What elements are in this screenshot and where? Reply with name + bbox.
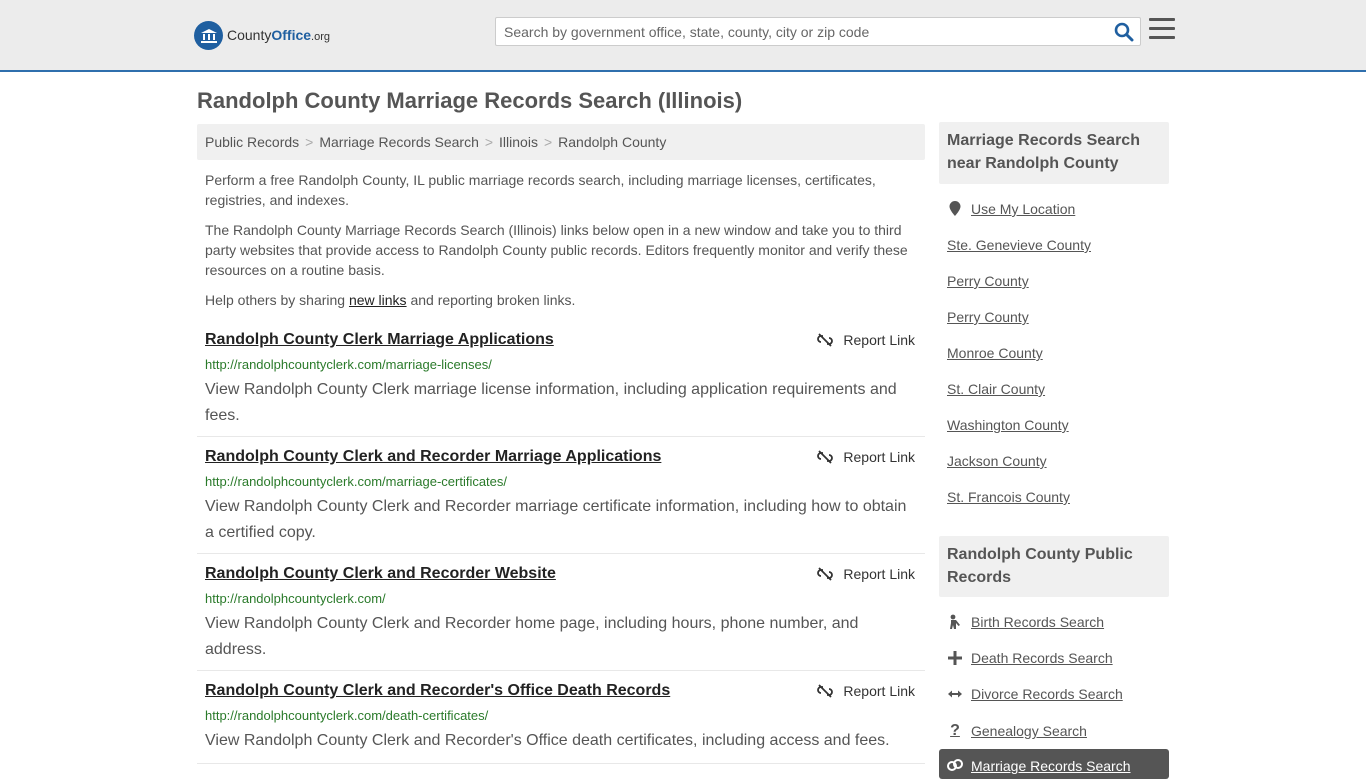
- listing-item: Randolph County Clerk and Recorder's Off…: [197, 682, 925, 764]
- logo-brand-b: Office: [271, 27, 312, 43]
- baby-icon: [947, 614, 963, 630]
- sidebar-nearby-county-link[interactable]: Monroe County: [947, 345, 1043, 361]
- sidebar-divorce-records-link[interactable]: Divorce Records Search: [947, 686, 1123, 702]
- report-link-label: Report Link: [843, 683, 915, 699]
- sidebar-heading-public-records: Randolph County Public Records: [939, 536, 1169, 597]
- sidebar-nearby-county-link[interactable]: St. Clair County: [947, 381, 1045, 397]
- listing-item: Randolph County Clerk and Recorder Marri…: [197, 448, 925, 554]
- sidebar-nearby-county-link[interactable]: St. Francois County: [947, 489, 1070, 505]
- report-link-button[interactable]: Report Link: [817, 683, 915, 699]
- breadcrumb-separator: >: [543, 134, 553, 150]
- rings-icon: [947, 758, 963, 774]
- listing-title-link[interactable]: Randolph County Clerk and Recorder's Off…: [205, 682, 670, 700]
- breadcrumb-randolph-county[interactable]: Randolph County: [558, 134, 666, 150]
- listing-title-link[interactable]: Randolph County Clerk and Recorder Marri…: [205, 448, 661, 466]
- sidebar-marriage-records-active[interactable]: Marriage Records Search: [939, 749, 1169, 779]
- listing-url: http://randolphcountyclerk.com/marriage-…: [205, 357, 492, 372]
- intro-text: and reporting broken links.: [406, 292, 576, 308]
- report-link-label: Report Link: [843, 332, 915, 348]
- use-my-location-label: Use My Location: [971, 201, 1076, 217]
- genealogy-label: Genealogy Search: [971, 723, 1087, 739]
- broken-link-icon: [817, 333, 834, 347]
- use-my-location-link[interactable]: Use My Location: [947, 201, 1075, 217]
- intro-text: Help others by sharing: [205, 292, 349, 308]
- search-bar: [495, 17, 1141, 46]
- map-pin-icon: [947, 201, 963, 217]
- search-button[interactable]: [1114, 22, 1134, 42]
- breadcrumb: Public Records > Marriage Records Search > I…: [197, 124, 925, 160]
- new-links-link[interactable]: new links: [349, 292, 407, 308]
- logo-seal-icon: [194, 20, 223, 50]
- hamburger-menu-icon[interactable]: [1149, 18, 1175, 42]
- broken-link-icon: [817, 684, 834, 698]
- intro-paragraph-3: Help others by sharing new links and rep…: [205, 290, 917, 310]
- report-link-button[interactable]: Report Link: [817, 566, 915, 582]
- listing-url: http://randolphcountyclerk.com/marriage-…: [205, 474, 508, 489]
- listing-item: Randolph County Clerk Marriage Applicati…: [197, 331, 925, 437]
- report-link-label: Report Link: [843, 566, 915, 582]
- birth-records-label: Birth Records Search: [971, 614, 1105, 630]
- breadcrumb-illinois[interactable]: Illinois: [499, 134, 538, 150]
- site-header: CountyOffice.org: [0, 0, 1366, 72]
- report-link-label: Report Link: [843, 449, 915, 465]
- question-mark-icon: ?: [950, 722, 960, 739]
- divorce-records-label: Divorce Records Search: [971, 686, 1123, 702]
- breadcrumb-public-records[interactable]: Public Records: [205, 134, 299, 150]
- logo-tld: .org: [311, 31, 331, 43]
- listing-description: View Randolph County Clerk and Recorder'…: [205, 732, 890, 749]
- intro-paragraph-1: Perform a free Randolph County, IL publi…: [205, 172, 876, 208]
- broken-link-icon: [817, 450, 834, 464]
- listing-title-link[interactable]: Randolph County Clerk Marriage Applicati…: [205, 331, 554, 349]
- listing-url: http://randolphcountyclerk.com/death-cer…: [205, 708, 489, 723]
- listing-title-link[interactable]: Randolph County Clerk and Recorder Websi…: [205, 565, 556, 583]
- sidebar-nearby-county-link[interactable]: Perry County: [947, 309, 1029, 325]
- sidebar-heading-nearby: Marriage Records Search near Randolph Co…: [939, 122, 1169, 184]
- marriage-records-label: Marriage Records Search: [971, 758, 1131, 774]
- report-link-button[interactable]: Report Link: [817, 449, 915, 465]
- split-arrows-icon: [947, 688, 963, 700]
- listing-url: http://randolphcountyclerk.com/: [205, 591, 386, 606]
- intro-paragraph-2: The Randolph County Marriage Records Sea…: [205, 222, 908, 278]
- listing-description: View Randolph County Clerk and Recorder …: [205, 615, 859, 658]
- breadcrumb-marriage-records[interactable]: Marriage Records Search: [319, 134, 479, 150]
- search-icon: [1114, 22, 1134, 42]
- page-title: Randolph County Marriage Records Search …: [197, 88, 743, 113]
- sidebar-birth-records-link[interactable]: Birth Records Search: [947, 614, 1104, 630]
- listing-item: Randolph County Clerk and Recorder Websi…: [197, 565, 925, 671]
- sidebar-death-records-link[interactable]: Death Records Search: [947, 650, 1113, 666]
- listing-description: View Randolph County Clerk and Recorder …: [205, 498, 907, 541]
- breadcrumb-separator: >: [484, 134, 494, 150]
- report-link-button[interactable]: Report Link: [817, 332, 915, 348]
- breadcrumb-separator: >: [305, 134, 314, 150]
- sidebar-nearby-county-link[interactable]: Perry County: [947, 273, 1029, 289]
- cross-icon: [947, 651, 963, 665]
- broken-link-icon: [817, 567, 834, 581]
- logo-text: CountyOffice.org: [227, 27, 330, 43]
- sidebar-genealogy-link[interactable]: ? Genealogy Search: [947, 722, 1087, 740]
- listing-description: View Randolph County Clerk marriage lice…: [205, 381, 897, 424]
- logo-brand-a: County: [227, 27, 272, 43]
- search-input[interactable]: [504, 22, 1104, 42]
- site-logo[interactable]: CountyOffice.org: [194, 20, 330, 50]
- sidebar-nearby-county-link[interactable]: Washington County: [947, 417, 1069, 433]
- death-records-label: Death Records Search: [971, 650, 1113, 666]
- sidebar-nearby-county-link[interactable]: Ste. Genevieve County: [947, 237, 1091, 253]
- sidebar-nearby-county-link[interactable]: Jackson County: [947, 453, 1047, 469]
